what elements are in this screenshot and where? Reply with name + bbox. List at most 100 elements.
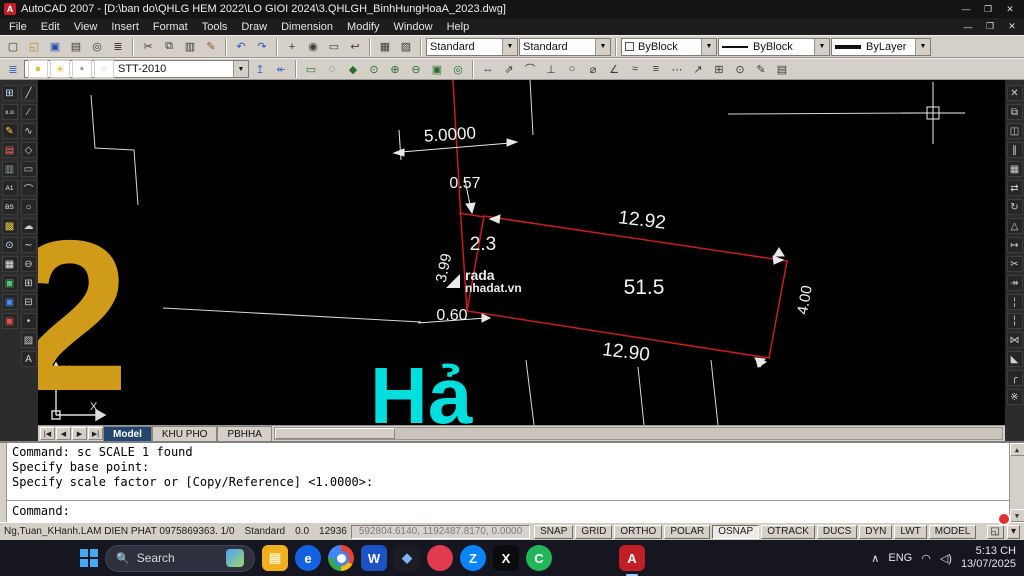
horizontal-scrollbar-thumb[interactable] — [275, 428, 395, 439]
multiline-text-icon[interactable]: A — [21, 351, 37, 367]
ducs-toggle[interactable]: DUCS — [817, 525, 857, 539]
scale-icon[interactable]: △ — [1007, 218, 1023, 234]
x-app-icon[interactable]: X — [493, 545, 519, 571]
custom-red-tool-icon[interactable]: ▣ — [2, 313, 18, 329]
center-mark-icon[interactable]: ⊙ — [730, 60, 750, 78]
dimension-linear-icon[interactable]: ↔ — [478, 60, 498, 78]
plot-preview-icon[interactable]: ◎ — [87, 38, 107, 56]
hatch-icon[interactable]: ▨ — [21, 332, 37, 348]
trim-icon[interactable]: ✂ — [1007, 256, 1023, 272]
tolerance-icon[interactable]: ⊞ — [709, 60, 729, 78]
menu-file[interactable]: File — [2, 20, 34, 34]
model-toggle[interactable]: MODEL — [929, 525, 977, 539]
dimension-radius-icon[interactable]: ○ — [562, 60, 582, 78]
menu-modify[interactable]: Modify — [340, 20, 386, 34]
tray-chevron-icon[interactable]: ∧ — [871, 552, 879, 565]
zoom-dynamic-icon[interactable]: ◌ — [322, 60, 342, 78]
dimension-style-icon[interactable]: ▤ — [772, 60, 792, 78]
polygon-icon[interactable]: ◇ — [21, 142, 37, 158]
erase-icon[interactable]: ✕ — [1007, 85, 1023, 101]
chevron-down-icon[interactable]: ▼ — [814, 39, 829, 55]
pan-icon[interactable]: + — [282, 38, 302, 56]
match-properties-icon[interactable]: ✎ — [201, 38, 221, 56]
custom-blue-tool-icon[interactable]: ▣ — [2, 294, 18, 310]
custom-bs-tool-icon[interactable]: BS — [2, 199, 18, 215]
custom-circle-tool-icon[interactable]: ⊙ — [2, 237, 18, 253]
doc-restore-button[interactable]: ❐ — [980, 20, 1000, 33]
menu-view[interactable]: View — [67, 20, 105, 34]
custom-block-tool-icon[interactable]: ▥ — [2, 161, 18, 177]
circle-icon[interactable]: ○ — [21, 199, 37, 215]
menu-edit[interactable]: Edit — [34, 20, 67, 34]
custom-yellow-tool-icon[interactable]: ▩ — [2, 218, 18, 234]
dimension-baseline-icon[interactable]: ≡ — [646, 60, 666, 78]
command-window-grab-bar[interactable] — [0, 443, 7, 522]
layer-properties-manager-icon[interactable]: ≣ — [3, 60, 23, 78]
menu-insert[interactable]: Insert — [104, 20, 146, 34]
join-icon[interactable]: ⋈ — [1007, 332, 1023, 348]
lwt-toggle[interactable]: LWT — [894, 525, 926, 539]
zoom-in-icon[interactable]: ⊕ — [385, 60, 405, 78]
maximize-button[interactable]: ❐ — [978, 2, 998, 16]
save-icon[interactable]: ▣ — [45, 38, 65, 56]
word-icon[interactable]: W — [361, 545, 387, 571]
close-button[interactable]: ✕ — [1000, 2, 1020, 16]
dyn-toggle[interactable]: DYN — [859, 525, 892, 539]
dimension-ordinate-icon[interactable]: ⊥ — [541, 60, 561, 78]
custom-a1-tool-icon[interactable]: A1 — [2, 180, 18, 196]
designcenter-icon[interactable]: ▨ — [396, 38, 416, 56]
dimension-arc-length-icon[interactable]: ⌒ — [520, 60, 540, 78]
dimension-angular-icon[interactable]: ∠ — [604, 60, 624, 78]
dimension-diameter-icon[interactable]: ⌀ — [583, 60, 603, 78]
file-explorer-icon[interactable]: ▤ — [262, 545, 288, 571]
volume-icon[interactable]: ◁) — [940, 552, 952, 565]
zoom-scale-icon[interactable]: ◆ — [343, 60, 363, 78]
clean-screen-icon[interactable]: ◱ — [987, 525, 1004, 539]
text-style-combo[interactable]: Standard ▼ — [426, 38, 518, 56]
layer-previous-icon[interactable]: ↞ — [271, 60, 291, 78]
red-app-icon[interactable] — [427, 545, 453, 571]
custom-xo-tool-icon[interactable]: x.o — [2, 104, 18, 120]
chevron-down-icon[interactable]: ▼ — [701, 39, 716, 55]
stretch-icon[interactable]: ↦ — [1007, 237, 1023, 253]
otrack-toggle[interactable]: OTRACK — [761, 525, 815, 539]
polyline-icon[interactable]: ∿ — [21, 123, 37, 139]
menu-tools[interactable]: Tools — [195, 20, 235, 34]
ellipse-icon[interactable]: ⊖ — [21, 256, 37, 272]
undo-icon[interactable]: ↶ — [231, 38, 251, 56]
qnew-icon[interactable]: ▢ — [3, 38, 23, 56]
doc-close-button[interactable]: ✕ — [1002, 20, 1022, 33]
paste-icon[interactable]: ▥ — [180, 38, 200, 56]
menu-window[interactable]: Window — [386, 20, 439, 34]
custom-palette-tool-icon[interactable]: ▦ — [2, 256, 18, 272]
point-icon[interactable]: • — [21, 313, 37, 329]
open-icon[interactable]: ◱ — [24, 38, 44, 56]
dim-style-combo[interactable]: Standard ▼ — [519, 38, 611, 56]
horizontal-scrollbar[interactable] — [274, 427, 1003, 440]
coordinate-readout[interactable]: 592804.6140, 1192487.8170, 0.0000 — [351, 525, 530, 539]
zoom-all-icon[interactable]: ▣ — [427, 60, 447, 78]
autocad-taskbar-icon[interactable]: A — [619, 545, 645, 571]
ortho-toggle[interactable]: ORTHO — [614, 525, 662, 539]
fillet-icon[interactable]: ╭ — [1007, 370, 1023, 386]
drawing-area[interactable]: Y X 5.00000.572.33.9912.9251.50.6012.904… — [38, 80, 1005, 425]
zoom-window-icon[interactable]: ▭ — [324, 38, 344, 56]
chevron-down-icon[interactable]: ▼ — [915, 39, 930, 55]
zoom-extents-icon[interactable]: ◎ — [448, 60, 468, 78]
cut-icon[interactable]: ✂ — [138, 38, 158, 56]
taskbar-search[interactable]: 🔍 Search — [105, 545, 255, 572]
status-menu-arrow-icon[interactable]: ▾ — [1007, 525, 1020, 539]
zoom-window-icon[interactable]: ▭ — [301, 60, 321, 78]
language-indicator[interactable]: ENG — [888, 552, 912, 565]
linetype-combo[interactable]: ByBlock ▼ — [718, 38, 830, 56]
revision-cloud-icon[interactable]: ☁ — [21, 218, 37, 234]
tab-last-button[interactable]: ▶| — [88, 427, 103, 440]
dark-app-icon[interactable]: ◆ — [394, 545, 420, 571]
minimize-button[interactable]: — — [956, 2, 976, 16]
grid-toggle[interactable]: GRID — [575, 525, 612, 539]
command-prompt[interactable]: Command: — [7, 501, 1009, 522]
menu-format[interactable]: Format — [146, 20, 195, 34]
zoom-previous-icon[interactable]: ↩ — [345, 38, 365, 56]
custom-grid-tool-icon[interactable]: ⊞ — [2, 85, 18, 101]
zoom-out-icon[interactable]: ⊖ — [406, 60, 426, 78]
